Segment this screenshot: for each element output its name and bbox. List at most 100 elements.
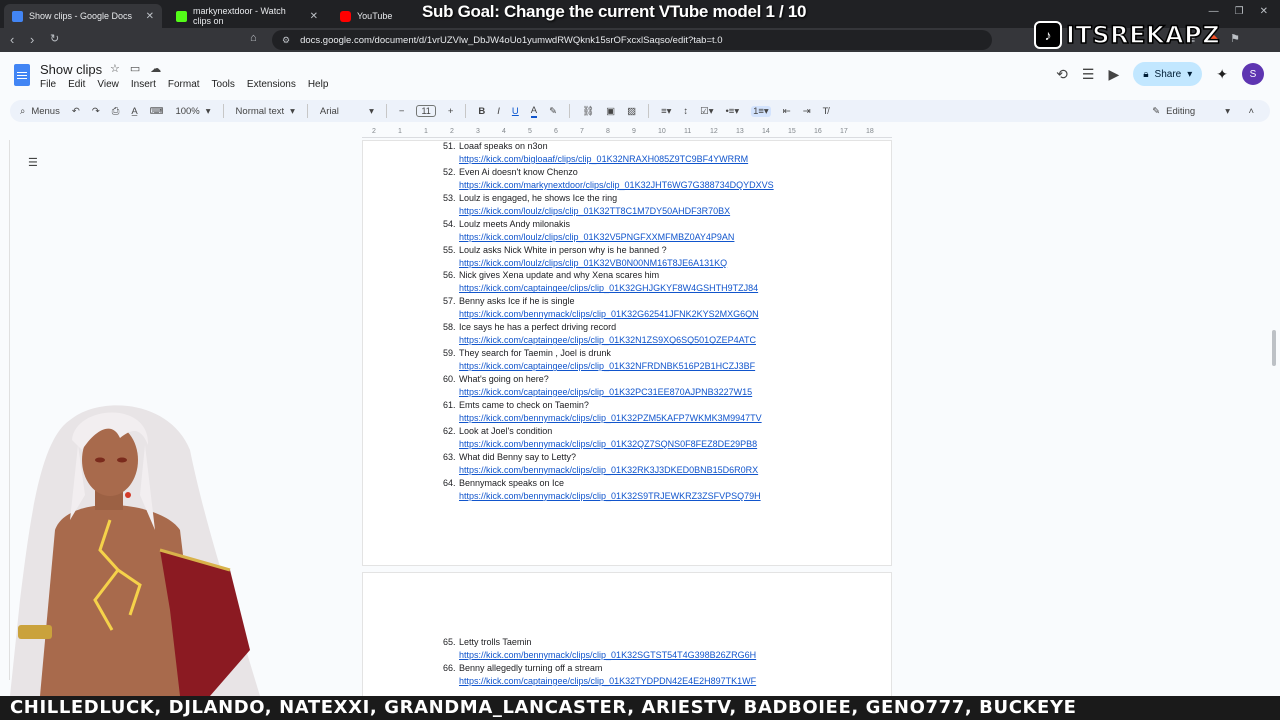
font-select[interactable]: Arial ▾ (320, 106, 374, 117)
site-info-icon[interactable]: ⚙ (282, 35, 290, 46)
search-menus[interactable]: ⌕ Menus (20, 106, 60, 117)
clip-link[interactable]: https://kick.com/captaingee/clips/clip_0… (459, 335, 756, 345)
clip-link[interactable]: https://kick.com/markynextdoor/clips/cli… (459, 180, 774, 190)
decrease-indent-icon[interactable]: ⇤ (783, 106, 791, 117)
extensions-icon[interactable]: ⚑ (1230, 32, 1240, 45)
highlight-icon[interactable]: ✎ (549, 106, 557, 117)
print-icon[interactable]: ⎙ (112, 106, 120, 117)
back-icon[interactable]: ‹ (10, 32, 14, 47)
maximize-icon[interactable]: ❐ (1235, 6, 1244, 17)
avatar[interactable]: S (1242, 63, 1264, 85)
tab-kick[interactable]: markynextdoor - Watch clips on ✕ (168, 4, 326, 28)
clip-title[interactable]: 64. Bennymack speaks on Ice (443, 478, 564, 488)
underline-icon[interactable]: U (512, 106, 519, 117)
scrollbar[interactable] (1272, 330, 1276, 366)
italic-icon[interactable]: I (497, 106, 500, 117)
clip-link[interactable]: https://kick.com/captaingee/clips/clip_0… (459, 283, 758, 293)
clip-link[interactable]: https://kick.com/bennymack/clips/clip_01… (459, 465, 758, 475)
style-select[interactable]: Normal text ▾ (236, 106, 295, 117)
spellcheck-icon[interactable]: A̲ (131, 106, 137, 117)
menu-extensions[interactable]: Extensions (247, 79, 296, 90)
minimize-icon[interactable]: — (1209, 6, 1219, 17)
bold-icon[interactable]: B (478, 106, 485, 117)
document-page-2[interactable]: 65. Letty trolls Taemin https://kick.com/b… (362, 572, 892, 702)
menu-help[interactable]: Help (308, 79, 329, 90)
clip-title[interactable]: 58. Ice says he has a perfect driving rec… (443, 322, 616, 332)
redo-icon[interactable]: ↷ (92, 106, 100, 117)
clip-title[interactable]: 53. Loulz is engaged, he shows Ice the ri… (443, 193, 617, 203)
cloud-status-icon[interactable]: ☁ (150, 62, 161, 75)
align-icon[interactable]: ≡▾ (661, 106, 671, 117)
clip-link[interactable]: https://kick.com/bennymack/clips/clip_01… (459, 491, 761, 501)
clip-title[interactable]: 57. Benny asks Ice if he is single (443, 296, 575, 306)
clip-title[interactable]: 51. Loaaf speaks on n3on (443, 141, 548, 151)
move-folder-icon[interactable]: ▭ (130, 62, 140, 75)
text-color-icon[interactable]: A (530, 105, 538, 118)
editing-mode-select[interactable]: ✎ Editing ▾ (1152, 106, 1230, 117)
tab-youtube[interactable]: YouTube (332, 4, 412, 28)
increase-font-icon[interactable]: + (448, 106, 454, 117)
close-window-icon[interactable]: ✕ (1260, 6, 1268, 17)
checklist-icon[interactable]: ☑▾ (700, 106, 713, 117)
share-button[interactable]: 🔒︎ Share ▾ (1133, 62, 1203, 86)
tab-google-docs[interactable]: Show clips - Google Docs ✕ (4, 4, 162, 28)
clip-link[interactable]: https://kick.com/captaingee/clips/clip_0… (459, 387, 752, 397)
clip-title[interactable]: 62. Look at Joel's condition (443, 426, 552, 436)
clip-link[interactable]: https://kick.com/loulz/clips/clip_01K32V… (459, 258, 727, 268)
clip-title[interactable]: 54. Loulz meets Andy milonakis (443, 219, 570, 229)
forward-icon[interactable]: › (30, 32, 34, 47)
insert-image-icon[interactable]: ▨ (627, 106, 636, 117)
document-outline-icon[interactable]: ☰ (28, 156, 38, 169)
document-page-1[interactable]: 51. Loaaf speaks on n3on https://kick.com/… (362, 140, 892, 566)
menu-view[interactable]: View (97, 79, 119, 90)
menu-tools[interactable]: Tools (212, 79, 235, 90)
clip-title[interactable]: 61. Emts came to check on Taemin? (443, 400, 589, 410)
line-spacing-icon[interactable]: ↕ (683, 106, 688, 117)
google-docs-logo-icon[interactable] (14, 64, 30, 86)
clip-title[interactable]: 52. Even Ai doesn't know Chenzo (443, 167, 578, 177)
link-icon[interactable]: ⛓ (582, 106, 594, 117)
clip-link[interactable]: https://kick.com/bennymack/clips/clip_01… (459, 439, 757, 449)
clip-title[interactable]: 60. What's going on here? (443, 374, 549, 384)
horizontal-ruler[interactable]: 2 1 1 2 3 4 5 6 7 8 9 10 11 12 13 14 15 16 17 18 (362, 128, 892, 138)
clip-title[interactable]: 55. Loulz asks Nick White in person why i… (443, 245, 667, 255)
clip-title[interactable]: 66. Benny allegedly turning off a stream (443, 663, 602, 673)
clip-link[interactable]: https://kick.com/bennymack/clips/clip_01… (459, 650, 756, 660)
menu-insert[interactable]: Insert (131, 79, 156, 90)
chevron-down-icon[interactable]: ▾ (1187, 69, 1192, 80)
decrease-font-icon[interactable]: − (399, 106, 405, 117)
version-history-icon[interactable]: ⟲ (1056, 66, 1068, 83)
meet-icon[interactable]: ▶ (1108, 66, 1119, 83)
clip-title[interactable]: 65. Letty trolls Taemin (443, 637, 531, 647)
clip-title[interactable]: 59. They search for Taemin , Joel is drun… (443, 348, 611, 358)
comments-icon[interactable]: ☰ (1082, 66, 1095, 83)
clip-title[interactable]: 63. What did Benny say to Letty? (443, 452, 576, 462)
numbered-list-icon[interactable]: 1≡▾ (751, 105, 771, 117)
bulleted-list-icon[interactable]: •≡▾ (725, 106, 739, 117)
clip-title[interactable]: 56. Nick gives Xena update and why Xena s… (443, 270, 659, 280)
menu-format[interactable]: Format (168, 79, 200, 90)
clear-formatting-icon[interactable]: T̸ (823, 106, 829, 117)
clip-link[interactable]: https://kick.com/bennymack/clips/clip_01… (459, 309, 759, 319)
menu-edit[interactable]: Edit (68, 79, 85, 90)
bookmark-icon[interactable]: ⌂ (250, 32, 257, 44)
clip-link[interactable]: https://kick.com/captaingee/clips/clip_0… (459, 361, 755, 371)
document-title[interactable]: Show clips (40, 62, 102, 77)
clip-link[interactable]: https://kick.com/loulz/clips/clip_01K32T… (459, 206, 730, 216)
undo-icon[interactable]: ↶ (72, 106, 80, 117)
clip-link[interactable]: https://kick.com/captaingee/clips/clip_0… (459, 676, 756, 686)
url-field[interactable]: ⚙ docs.google.com/document/d/1vrUZVlw_Db… (272, 30, 992, 50)
zoom-select[interactable]: 100% ▾ (175, 106, 210, 117)
chevron-up-icon[interactable]: ˄ (1248, 106, 1254, 117)
close-icon[interactable]: ✕ (310, 11, 318, 22)
star-icon[interactable]: ☆ (110, 62, 120, 75)
gemini-icon[interactable]: ✦ (1216, 66, 1228, 83)
clip-link[interactable]: https://kick.com/bennymack/clips/clip_01… (459, 413, 762, 423)
clip-link[interactable]: https://kick.com/bigloaaf/clips/clip_01K… (459, 154, 748, 164)
close-icon[interactable]: ✕ (146, 11, 154, 22)
reload-icon[interactable]: ↻ (50, 32, 59, 45)
clip-link[interactable]: https://kick.com/loulz/clips/clip_01K32V… (459, 232, 734, 242)
increase-indent-icon[interactable]: ⇥ (803, 106, 811, 117)
menu-file[interactable]: File (40, 79, 56, 90)
paint-format-icon[interactable]: ⌨ (150, 106, 164, 117)
